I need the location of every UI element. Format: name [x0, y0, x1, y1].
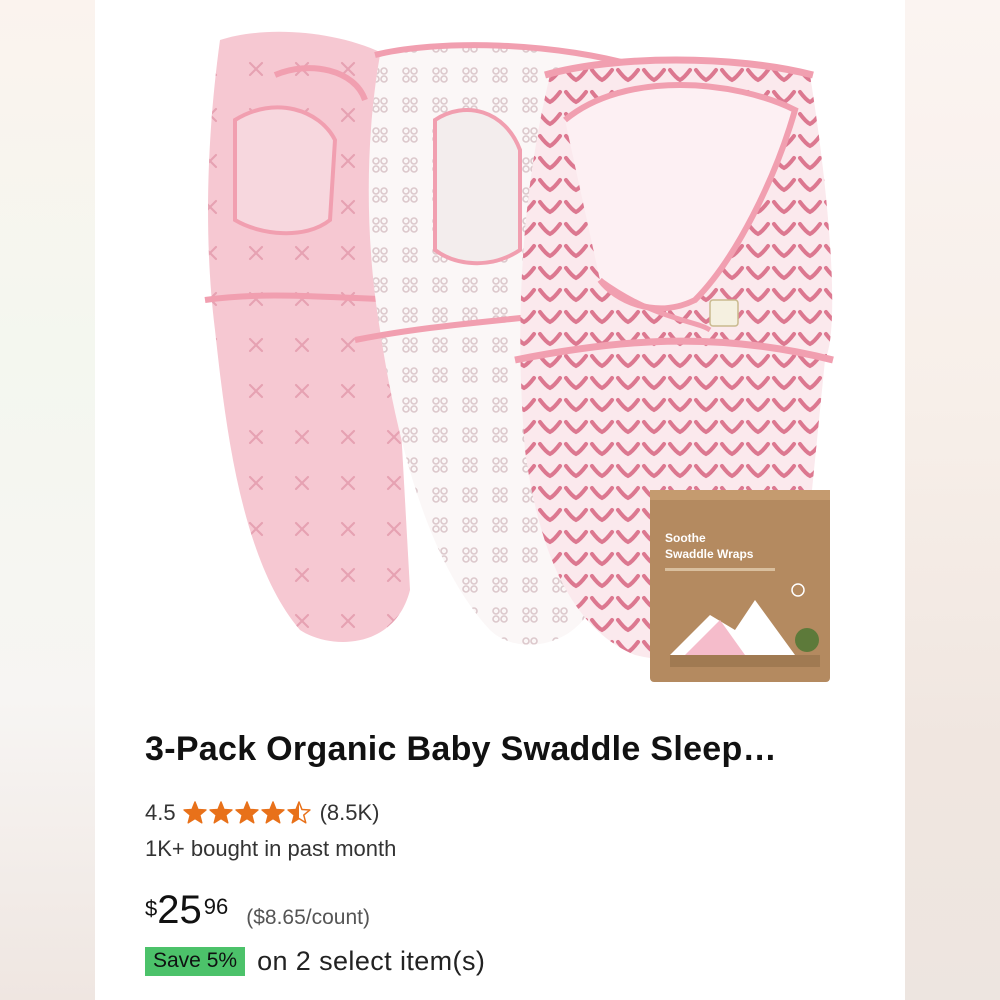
left-background — [0, 0, 95, 1000]
product-card[interactable]: Soothe Swaddle Wraps 3-Pack Organic Baby… — [95, 0, 905, 1000]
star-full-icon — [234, 801, 259, 824]
stars-icon — [182, 801, 311, 824]
review-count[interactable]: (8.5K) — [320, 800, 380, 826]
product-box: Soothe Swaddle Wraps — [650, 490, 830, 682]
star-half-icon — [286, 801, 311, 824]
star-rating[interactable] — [182, 801, 314, 825]
rating-value: 4.5 — [145, 800, 176, 825]
star-full-icon — [182, 801, 207, 824]
right-background — [905, 0, 1000, 1000]
price: $ 25 96 ($8.65/count) — [145, 890, 370, 930]
bought-info: 1K+ bought in past month — [145, 836, 397, 861]
price-fraction: 96 — [203, 894, 229, 919]
star-full-icon — [208, 801, 233, 824]
product-image[interactable]: Soothe Swaddle Wraps — [95, 0, 905, 720]
promo-row[interactable]: Save 5% on 2 select item(s) — [145, 946, 485, 977]
price-whole: 25 — [157, 888, 202, 932]
box-label-line1: Soothe — [665, 531, 706, 545]
rating-row[interactable]: 4.5 (8.5K) — [145, 798, 380, 828]
price-symbol: $ — [145, 896, 158, 921]
save-badge[interactable]: Save 5% — [145, 947, 246, 976]
box-label-line2: Swaddle Wraps — [665, 547, 754, 561]
unit-price: ($8.65/count) — [246, 906, 370, 929]
star-full-icon — [260, 801, 285, 824]
promo-text[interactable]: on 2 select item(s) — [257, 946, 485, 977]
product-title[interactable]: 3-Pack Organic Baby Swaddle Sleep… — [145, 730, 885, 769]
